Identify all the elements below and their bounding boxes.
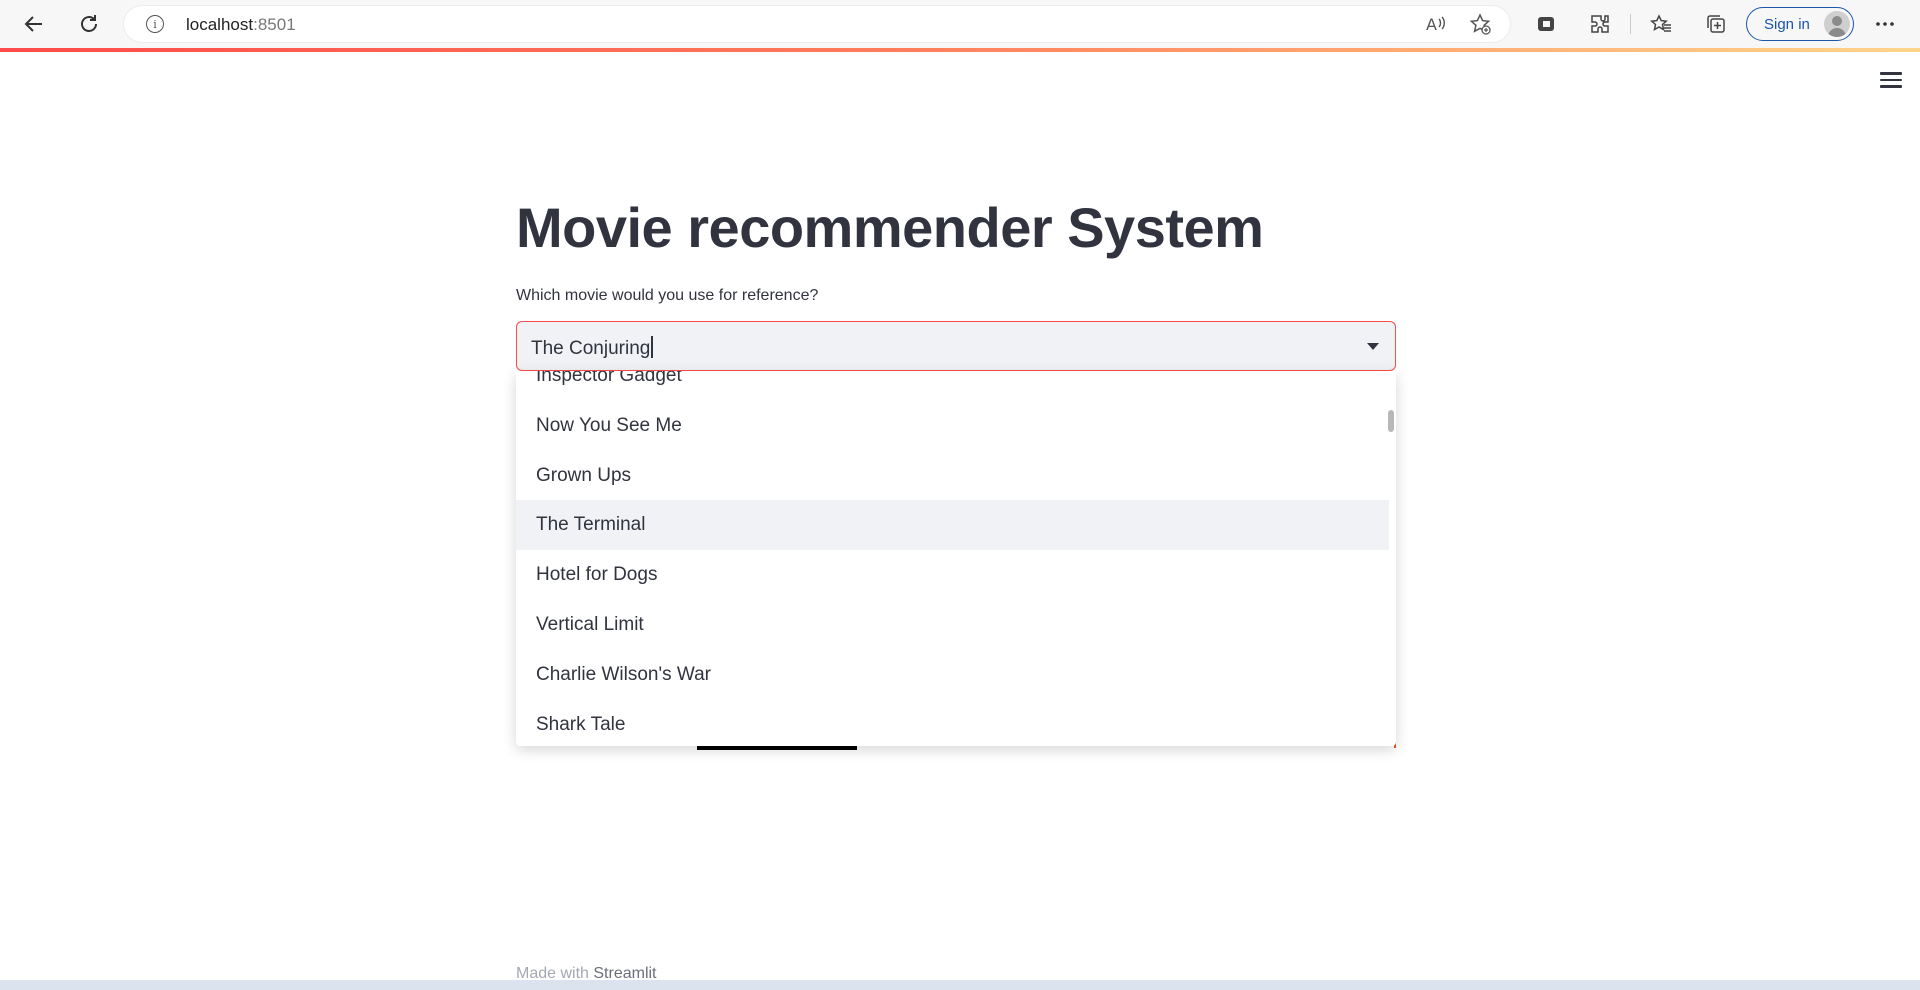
page-title: Movie recommender System (516, 196, 1264, 259)
dropdown-option[interactable]: Now You See Me (516, 401, 1389, 451)
toolbar-separator (1630, 14, 1631, 34)
address-bar[interactable]: i localhost:8501 A (124, 6, 1510, 42)
add-favorite-icon[interactable] (1468, 12, 1492, 36)
favorites-icon[interactable] (1647, 10, 1675, 38)
chevron-down-icon[interactable] (1367, 343, 1379, 350)
browser-toolbar: i localhost:8501 A Sign in (0, 0, 1920, 48)
extensions-icon[interactable] (1586, 10, 1614, 38)
read-aloud-icon[interactable]: A (1424, 12, 1448, 36)
svg-text:A: A (1426, 15, 1437, 34)
more-options-icon[interactable] (1871, 10, 1899, 38)
sign-in-label: Sign in (1764, 15, 1810, 33)
app-extension-icon[interactable] (1532, 10, 1560, 38)
dropdown-option[interactable]: Grown Ups (516, 451, 1389, 501)
back-icon[interactable] (20, 10, 48, 38)
dropdown-option[interactable]: Inspector Gadget (516, 371, 1389, 401)
select-input[interactable]: The Conjuring (531, 336, 653, 360)
dropdown-option[interactable]: Hotel for Dogs (516, 550, 1389, 600)
movie-selectbox[interactable]: The Conjuring (516, 321, 1396, 371)
select-dropdown-list[interactable]: Inspector Gadget Now You See Me Grown Up… (516, 371, 1396, 746)
main-menu-icon[interactable] (1880, 72, 1902, 90)
window-bottom-edge (0, 980, 1920, 990)
avatar (1824, 11, 1850, 37)
collections-icon[interactable] (1702, 10, 1730, 38)
dropdown-option[interactable]: Shark Tale (516, 700, 1389, 746)
refresh-icon[interactable] (75, 10, 103, 38)
sign-in-button[interactable]: Sign in (1746, 7, 1854, 41)
dropdown-option[interactable]: Vertical Limit (516, 600, 1389, 650)
streamlit-header-decoration (0, 48, 1920, 52)
dropdown-option-highlighted[interactable]: The Terminal (516, 500, 1389, 550)
dropdown-option[interactable]: Charlie Wilson's War (516, 650, 1389, 700)
site-info-icon[interactable]: i (146, 15, 164, 33)
dropdown-scrollbar[interactable] (1388, 410, 1394, 432)
select-label: Which movie would you use for reference? (516, 287, 819, 304)
text-cursor (651, 336, 653, 358)
url-text: localhost:8501 (186, 15, 296, 34)
